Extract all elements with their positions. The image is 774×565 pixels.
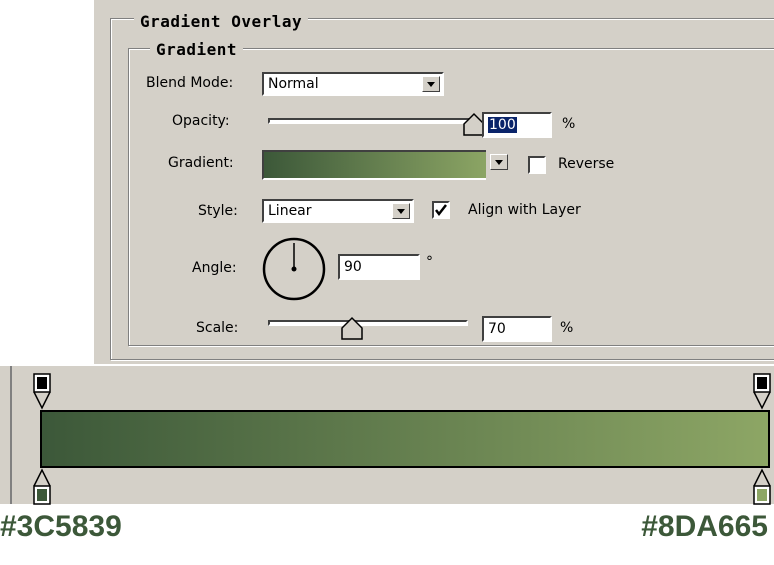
angle-input[interactable]: 90	[338, 254, 420, 280]
angle-value: 90	[344, 259, 362, 275]
gradient-overlay-title: Gradient Overlay	[134, 12, 309, 31]
gradient-swatch[interactable]	[262, 150, 492, 180]
scale-unit: %	[560, 320, 574, 336]
blend-mode-select[interactable]: Normal	[262, 72, 444, 96]
gradient-group	[128, 48, 774, 346]
style-select[interactable]: Linear	[262, 199, 414, 223]
gradient-editor-edge	[10, 366, 12, 504]
angle-label: Angle:	[192, 260, 237, 276]
style-label: Style:	[198, 203, 238, 219]
chevron-down-icon[interactable]	[422, 76, 440, 92]
gradient-picker-dropdown[interactable]	[486, 150, 510, 180]
reverse-checkbox[interactable]	[528, 156, 546, 174]
reverse-label: Reverse	[558, 156, 615, 172]
opacity-value: 100	[488, 117, 517, 133]
angle-dial[interactable]	[258, 236, 328, 302]
blend-mode-value: Normal	[268, 76, 319, 92]
blend-mode-label: Blend Mode:	[146, 75, 234, 91]
color-stop-left[interactable]	[32, 466, 52, 506]
scale-slider-thumb[interactable]	[341, 316, 363, 340]
opacity-slider[interactable]	[268, 118, 474, 124]
gradient-group-title: Gradient	[150, 40, 244, 59]
chevron-down-icon[interactable]	[392, 203, 410, 219]
style-value: Linear	[268, 203, 312, 219]
opacity-label: Opacity:	[172, 113, 230, 129]
end-color-hex: #8DA665	[641, 510, 768, 543]
scale-value: 70	[488, 321, 506, 337]
opacity-stop-left[interactable]	[32, 372, 52, 412]
scale-label: Scale:	[196, 320, 239, 336]
align-with-layer-label: Align with Layer	[468, 202, 581, 218]
chevron-down-icon[interactable]	[490, 154, 508, 170]
gradient-label: Gradient:	[168, 155, 234, 171]
checkmark-icon	[435, 204, 447, 217]
scale-input[interactable]: 70	[482, 316, 552, 342]
angle-unit: °	[426, 254, 433, 270]
align-with-layer-checkbox[interactable]	[432, 201, 450, 219]
opacity-input[interactable]: 100	[482, 112, 552, 138]
start-color-hex: #3C5839	[0, 510, 122, 543]
gradient-preview-bar[interactable]	[40, 410, 770, 468]
scale-slider[interactable]	[268, 320, 468, 326]
color-stop-right[interactable]	[752, 466, 772, 506]
opacity-unit: %	[562, 116, 576, 132]
opacity-stop-right[interactable]	[752, 372, 772, 412]
